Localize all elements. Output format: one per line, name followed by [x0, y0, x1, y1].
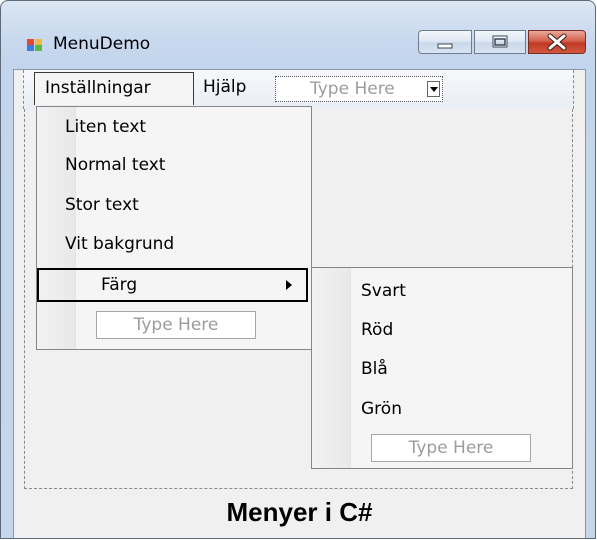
maximize-button[interactable]	[474, 30, 526, 54]
submenu-arrow-icon	[286, 280, 292, 290]
close-button[interactable]	[528, 30, 586, 54]
submenu-image-gutter	[312, 268, 351, 468]
menu-item-normal-text[interactable]: Normal text	[65, 146, 165, 184]
menu-item-farg[interactable]: Färg	[37, 268, 308, 302]
submenu-item-svart[interactable]: Svart	[361, 271, 406, 311]
minimize-icon	[437, 43, 453, 49]
dropdown-type-here[interactable]: Type Here	[96, 311, 256, 339]
dropdown-arrow-icon[interactable]	[427, 81, 440, 97]
menu-item-liten-text[interactable]: Liten text	[65, 108, 146, 146]
menubar-type-here[interactable]: Type Here	[275, 76, 443, 102]
app-icon	[27, 39, 42, 51]
app-window: MenuDemo Inställningar Hjälp Type Here L…	[0, 0, 596, 539]
maximize-icon	[492, 35, 508, 48]
submenu-item-gron[interactable]: Grön	[361, 389, 402, 429]
menu-item-stor-text[interactable]: Stor text	[65, 186, 139, 224]
window-title: MenuDemo	[53, 34, 151, 54]
menu-item-farg-label: Färg	[101, 275, 138, 295]
minimize-button[interactable]	[418, 30, 472, 54]
submenu-type-here[interactable]: Type Here	[371, 434, 531, 462]
submenu-item-rod[interactable]: Röd	[361, 310, 393, 350]
submenu-item-bla[interactable]: Blå	[361, 349, 388, 389]
menu-item-vit-bakgrund[interactable]: Vit bakgrund	[65, 225, 174, 263]
close-icon	[547, 33, 567, 51]
menubar-type-here-label: Type Here	[310, 79, 395, 99]
form-heading-label: Menyer i C#	[226, 497, 373, 527]
caption-buttons	[418, 30, 588, 55]
menu-hjalp[interactable]: Hjälp	[193, 72, 256, 105]
menu-installningar[interactable]: Inställningar	[34, 72, 194, 105]
